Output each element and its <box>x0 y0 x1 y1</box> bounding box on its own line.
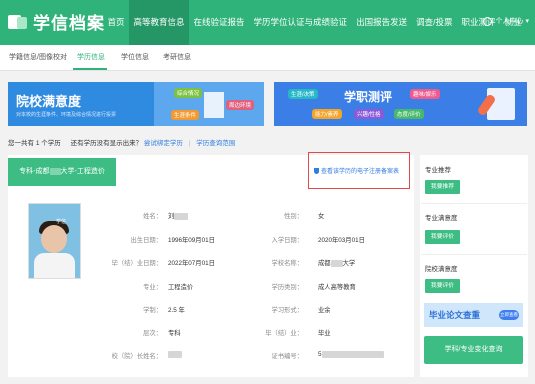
major-rate-button[interactable]: 我要评价 <box>425 230 460 244</box>
field-birth-date: 1996年09月01日 <box>168 237 215 244</box>
nav-home[interactable]: 首页 <box>103 0 129 45</box>
banner-tag: 趣味/娱乐 <box>410 89 440 99</box>
divider <box>421 203 527 204</box>
field-principal <box>168 351 182 358</box>
field-length: 2.5 年 <box>168 307 185 314</box>
field-label: 学历类别： <box>271 284 303 291</box>
field-label: 毕（结）业： <box>265 330 303 337</box>
field-education-type: 成人高等教育 <box>318 284 356 291</box>
main-nav: 首页 高等教育信息 在线验证报告 学历学位认证与成绩验证 出国报告发送 调查/投… <box>103 0 526 45</box>
site-logo[interactable]: 学信档案 <box>8 9 105 34</box>
logo-text: 学信档案 <box>33 14 105 33</box>
banner-tag: 周边环境 <box>226 100 255 110</box>
active-tab-indicator <box>73 68 107 70</box>
query-scope-link[interactable]: 学历查询范围 <box>196 140 235 147</box>
banner-tag: 兴趣/性格 <box>354 109 384 119</box>
field-label: 姓名： <box>143 213 162 220</box>
field-label: 性别： <box>284 213 303 220</box>
divider <box>421 254 527 255</box>
field-level: 专科 <box>168 330 181 337</box>
thesis-check-title: 毕业论文查重 <box>429 310 481 320</box>
user-center[interactable]: 个人中心 ▾ <box>483 16 529 26</box>
education-count-bar: 您一共有 1 个学历 还有学历没有显示出来？ 尝试绑定学历 | 学历查询范围 <box>0 130 535 152</box>
tab-enrollment-info[interactable]: 学籍信息/图像校对 <box>9 45 67 71</box>
bind-education-link[interactable]: 尝试绑定学历 <box>144 140 183 147</box>
field-school: 成都 大学 <box>318 259 356 267</box>
banner-subtitle: 对本校的生涯条件、环境及综合情况进行投票 <box>16 112 117 118</box>
sidebar-section-title: 院校满意度 <box>425 266 458 273</box>
tab-degree-info[interactable]: 学位信息 <box>121 45 149 71</box>
career-test-banner[interactable]: 学职测评 生涯/决策 趣味/娱乐 能力/素养 兴趣/性格 态度/评价 <box>274 82 527 126</box>
nav-abroad-report[interactable]: 出国报告发送 <box>352 0 412 45</box>
school-rate-button[interactable]: 我要评价 <box>425 279 460 293</box>
field-name: 刘 <box>168 211 189 220</box>
field-label: 入学日期： <box>271 237 303 244</box>
nav-higher-education[interactable]: 高等教育信息 <box>129 0 190 45</box>
field-label: 学习形式： <box>271 307 303 314</box>
major-change-query-button[interactable]: 学科/专业变化查询 <box>424 336 523 364</box>
field-label: 毕（结）业日期： <box>111 260 162 267</box>
banner-tag: 态度/评价 <box>394 109 424 119</box>
logo-icon <box>8 13 28 31</box>
nav-survey[interactable]: 调查/投票 <box>412 0 457 45</box>
thesis-check-banner[interactable]: 毕业论文查重 立即查看 <box>424 303 523 327</box>
banner-title: 学职测评 <box>344 90 393 104</box>
field-label: 证书编号： <box>271 353 303 360</box>
field-grad-status: 毕业 <box>318 330 331 337</box>
field-label: 校（院）长姓名： <box>111 353 162 360</box>
field-certificate-no: 5 <box>318 351 384 358</box>
thesis-check-tag: 立即查看 <box>499 310 519 320</box>
banner-title: 院校满意度 <box>16 94 82 109</box>
building-icon <box>204 92 224 118</box>
field-study-form: 业余 <box>318 307 331 314</box>
recommend-button[interactable]: 我要推荐 <box>425 180 460 194</box>
photo-frame <box>28 203 81 279</box>
tab-postgrad-info[interactable]: 考研信息 <box>163 45 191 71</box>
shield-icon <box>314 168 319 175</box>
field-grad-date: 2022年07月01日 <box>168 260 215 267</box>
field-label: 学校名称： <box>271 260 303 267</box>
top-navbar: 学信档案 首页 高等教育信息 在线验证报告 学历学位认证与成绩验证 出国报告发送… <box>0 0 535 45</box>
chevron-down-icon: ▾ <box>525 18 529 25</box>
field-label: 出生日期： <box>130 237 162 244</box>
field-label: 层次： <box>143 330 162 337</box>
sidebar-section-title: 专业推荐 <box>425 167 451 174</box>
banner-tag: 能力/素养 <box>312 109 342 119</box>
education-record-tab[interactable]: 专科-成都 大学-工程造价 <box>8 158 116 186</box>
education-count-text: 您一共有 1 个学历 还有学历没有显示出来？ 尝试绑定学历 | 学历查询范围 <box>8 140 236 147</box>
view-registration-link[interactable]: 查看该学历的电子注册备案表 <box>314 166 399 175</box>
user-center-label: 个人中心 <box>495 18 524 25</box>
nav-online-report[interactable]: 在线验证报告 <box>189 0 249 45</box>
field-gender: 女 <box>318 213 325 220</box>
satisfaction-banner[interactable]: 院校满意度 对本校的生涯条件、环境及综合情况进行投票 综合情况 生涯条件 周边环… <box>8 82 264 126</box>
banner-tag: 生涯条件 <box>171 110 200 120</box>
field-label: 专业： <box>143 284 162 291</box>
user-icon <box>483 16 493 26</box>
banner-tag: 综合情况 <box>174 88 203 98</box>
field-major: 工程造价 <box>168 284 194 291</box>
field-label: 学制： <box>143 307 162 314</box>
nav-certification[interactable]: 学历学位认证与成绩验证 <box>249 0 352 45</box>
field-enroll-date: 2020年03月01日 <box>318 237 365 244</box>
banner-tag: 生涯/决策 <box>288 89 318 99</box>
sidebar-section-title: 专业满意度 <box>425 215 458 222</box>
